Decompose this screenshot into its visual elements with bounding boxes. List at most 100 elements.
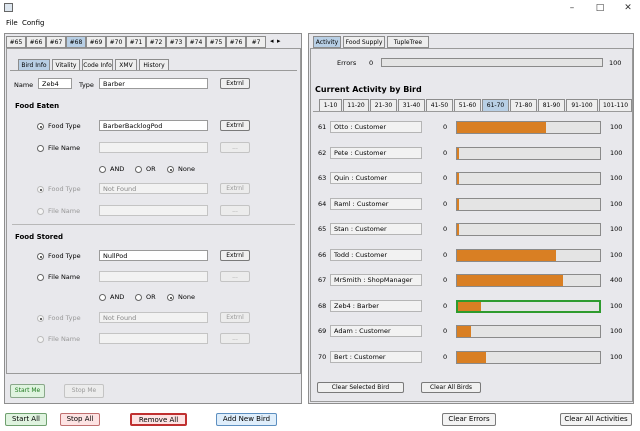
row-progress-fill <box>457 224 459 235</box>
activity-row[interactable]: 65 Stan : Customer 0 100 <box>311 223 633 237</box>
bird-tab-7[interactable]: #7 <box>246 36 266 48</box>
food-stored-food-type-2-radio <box>37 315 44 322</box>
row-number: 62 <box>318 149 327 157</box>
food-stored-and-radio[interactable] <box>99 294 106 301</box>
start-me-button[interactable]: Start Me <box>10 384 45 398</box>
food-stored-food-type-radio[interactable] <box>37 253 44 260</box>
menu-file[interactable]: File <box>6 17 18 30</box>
food-eaten-file-name-radio[interactable] <box>37 145 44 152</box>
row-number: 61 <box>318 123 327 131</box>
row-max: 100 <box>610 327 623 335</box>
activity-row[interactable]: 62 Pete : Customer 0 100 <box>311 147 633 161</box>
bird-tab-75[interactable]: #75 <box>206 36 226 48</box>
remove-all-button[interactable]: Remove All <box>130 413 187 426</box>
activity-row[interactable]: 67 MrSmith : ShopManager 0 400 <box>311 274 633 288</box>
row-progress-fill <box>457 250 556 261</box>
row-progress-fill <box>457 173 459 184</box>
food-eaten-food-type-field[interactable]: BarberBacklogPod <box>99 120 208 131</box>
food-eaten-none-radio[interactable] <box>167 166 174 173</box>
row-max: 100 <box>610 302 623 310</box>
bird-tab-67[interactable]: #67 <box>46 36 66 48</box>
row-number: 69 <box>318 327 327 335</box>
bird-tab-73[interactable]: #73 <box>166 36 186 48</box>
activity-row[interactable]: 61 Otto : Customer 0 100 <box>311 121 633 135</box>
food-stored-file-name-2-field <box>99 333 208 344</box>
activity-panel: Activity Food Supply TupleTree Errors 0 10… <box>308 33 634 404</box>
row-min: 0 <box>443 200 448 208</box>
row-progress-fill <box>457 352 486 363</box>
clear-all-birds-button[interactable]: Clear All Birds <box>421 382 481 393</box>
food-stored-extrnl-button[interactable]: Extrnl <box>220 250 250 261</box>
tab-scroll-left-icon[interactable]: ◂ <box>270 37 274 45</box>
stop-all-button[interactable]: Stop All <box>60 413 100 426</box>
type-extrnl-button[interactable]: Extrnl <box>220 78 250 89</box>
row-progress-bar <box>456 300 601 313</box>
food-stored-file-name-label: File Name <box>48 273 81 281</box>
tab-scroll-right-icon[interactable]: ▸ <box>277 37 281 45</box>
activity-row[interactable]: 68 Zeb4 : Barber 0 100 <box>311 300 633 314</box>
food-eaten-extrnl-button[interactable]: Extrnl <box>220 120 250 131</box>
menu-config[interactable]: Config <box>22 17 44 30</box>
right-tab-strip: Activity Food Supply TupleTree <box>313 36 513 48</box>
bird-tab-76[interactable]: #76 <box>226 36 246 48</box>
clear-errors-button[interactable]: Clear Errors <box>442 413 496 426</box>
row-progress-bar <box>456 147 601 160</box>
food-stored-browse-2-button: ... <box>220 333 250 344</box>
food-eaten-file-name-field <box>99 142 208 153</box>
row-number: 65 <box>318 225 327 233</box>
maximize-icon[interactable]: □ <box>593 2 607 14</box>
activity-row[interactable]: 66 Todd : Customer 0 100 <box>311 249 633 263</box>
activity-row[interactable]: 69 Adam : Customer 0 100 <box>311 325 633 339</box>
food-stored-none-radio[interactable] <box>167 294 174 301</box>
row-bird-name: Otto : Customer <box>330 121 422 133</box>
start-all-button[interactable]: Start All <box>5 413 47 426</box>
food-stored-food-type-2-label: Food Type <box>48 314 81 322</box>
type-field[interactable]: Barber <box>99 78 208 89</box>
row-max: 100 <box>610 251 623 259</box>
food-eaten-and-radio[interactable] <box>99 166 106 173</box>
name-field[interactable]: Zeb4 <box>38 78 72 89</box>
clear-selected-bird-button[interactable]: Clear Selected Bird <box>317 382 404 393</box>
bird-tab-69[interactable]: #69 <box>86 36 106 48</box>
row-number: 68 <box>318 302 327 310</box>
add-new-bird-button[interactable]: Add New Bird <box>216 413 277 426</box>
bird-tab-65[interactable]: #65 <box>6 36 26 48</box>
row-bird-name: Zeb4 : Barber <box>330 300 422 312</box>
section-divider <box>12 224 295 225</box>
activity-row[interactable]: 63 Quin : Customer 0 100 <box>311 172 633 186</box>
bird-tab-71[interactable]: #71 <box>126 36 146 48</box>
activity-row[interactable]: 70 Bert : Customer 0 100 <box>311 351 633 365</box>
bird-tab-74[interactable]: #74 <box>186 36 206 48</box>
food-eaten-or-radio[interactable] <box>135 166 142 173</box>
row-min: 0 <box>443 327 448 335</box>
row-min: 0 <box>443 276 448 284</box>
food-eaten-file-name-2-field <box>99 205 208 216</box>
right-tab-food-supply[interactable]: Food Supply <box>343 36 385 48</box>
close-icon[interactable]: ✕ <box>621 2 635 14</box>
food-eaten-file-name-label: File Name <box>48 144 81 152</box>
activity-row[interactable]: 64 Raml : Customer 0 100 <box>311 198 633 212</box>
row-progress-bar <box>456 121 601 134</box>
food-stored-file-name-radio[interactable] <box>37 274 44 281</box>
right-tab-tupletree[interactable]: TupleTree <box>387 36 429 48</box>
bird-tab-72[interactable]: #72 <box>146 36 166 48</box>
food-eaten-food-type-radio[interactable] <box>37 123 44 130</box>
bird-detail-content: Bird Info Vitality Code Info XMV History Nam… <box>6 48 301 374</box>
row-bird-name: Bert : Customer <box>330 351 422 363</box>
clear-all-activities-button[interactable]: Clear All Activities <box>560 413 632 426</box>
row-max: 100 <box>610 200 623 208</box>
food-eaten-browse-button: ... <box>220 142 250 153</box>
bird-tab-66[interactable]: #66 <box>26 36 46 48</box>
bird-tab-70[interactable]: #70 <box>106 36 126 48</box>
row-progress-bar <box>456 249 601 262</box>
row-bird-name: Raml : Customer <box>330 198 422 210</box>
food-stored-or-radio[interactable] <box>135 294 142 301</box>
right-tab-activity[interactable]: Activity <box>313 36 341 48</box>
food-eaten-food-type-2-field: Not Found <box>99 183 208 194</box>
minimize-icon[interactable]: – <box>565 2 579 14</box>
name-label: Name <box>14 81 34 89</box>
row-number: 63 <box>318 174 327 182</box>
food-stored-food-type-field[interactable]: NullPod <box>99 250 208 261</box>
food-eaten-food-type-2-radio <box>37 186 44 193</box>
bird-tab-68[interactable]: #68 <box>66 36 86 48</box>
